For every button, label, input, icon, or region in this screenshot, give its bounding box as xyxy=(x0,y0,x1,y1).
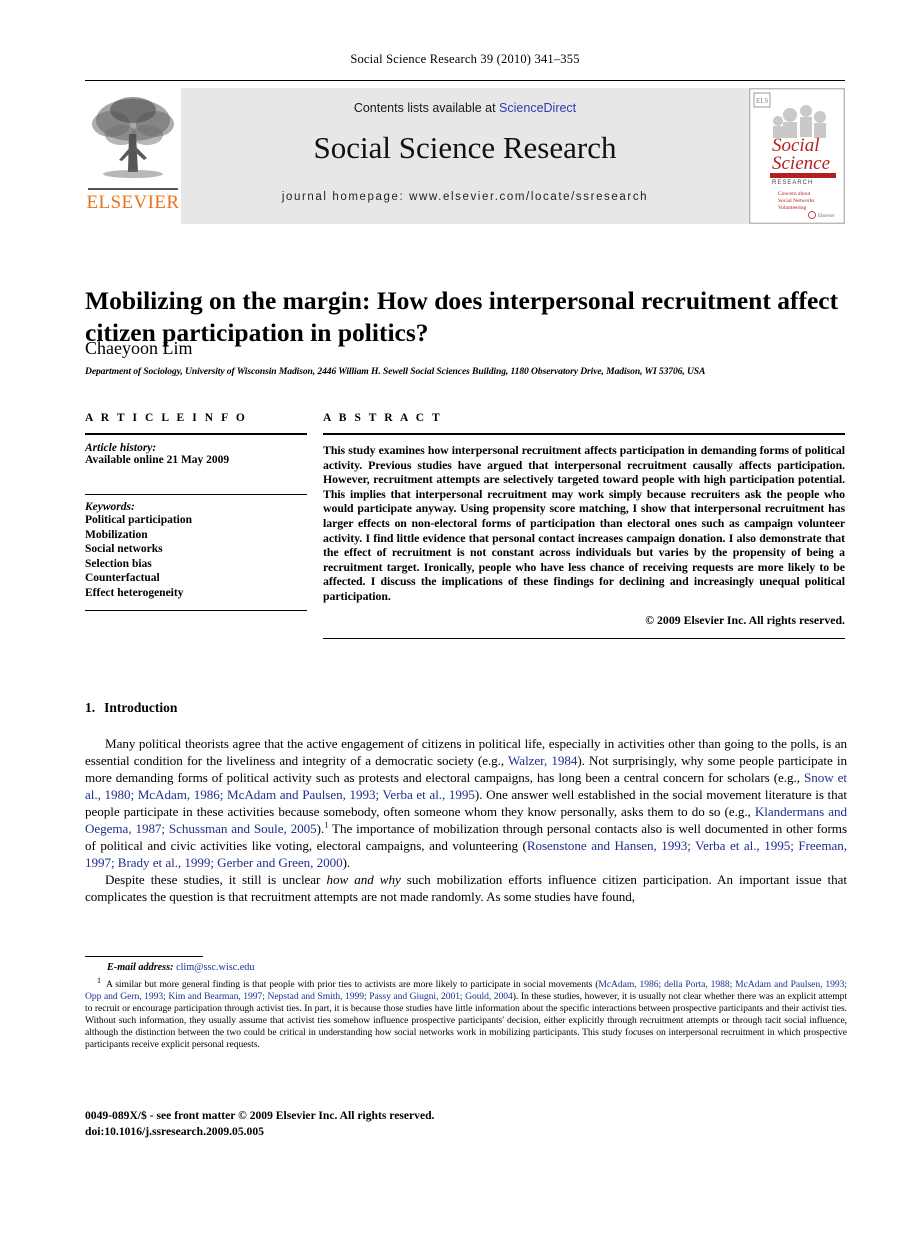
email-label: E-mail address: xyxy=(107,962,174,973)
svg-text:Concern about: Concern about xyxy=(778,191,811,197)
paragraph-2: Despite these studies, it still is uncle… xyxy=(85,871,847,905)
journal-homepage-link[interactable]: journal homepage: www.elsevier.com/locat… xyxy=(181,191,749,203)
keywords-group: Keywords: Political participation Mobili… xyxy=(85,501,307,600)
article-info-top-rule xyxy=(85,433,307,435)
svg-text:ELS: ELS xyxy=(756,97,769,105)
article-info-bottom-rule xyxy=(85,610,307,611)
keyword-item: Social networks xyxy=(85,543,163,555)
svg-text:Volunteering: Volunteering xyxy=(778,205,807,211)
footnote-1: 1 A similar but more general finding is t… xyxy=(85,975,847,1051)
abstract-label: A B S T R A C T xyxy=(323,412,443,424)
masthead-banner: Contents lists available at ScienceDirec… xyxy=(181,88,749,224)
para2-segment-a: Despite these studies, it still is uncle… xyxy=(105,872,327,887)
para1-segment-f: ). xyxy=(342,855,351,870)
contents-available-line: Contents lists available at ScienceDirec… xyxy=(181,101,749,115)
contents-prefix: Contents lists available at xyxy=(353,101,500,115)
svg-text:Science: Science xyxy=(772,153,830,174)
para2-emphasis: how and why xyxy=(326,872,401,887)
cover-artwork: ELS Social Science RESEARCH Concern abou… xyxy=(750,89,844,223)
footnote-segment-a: A similar but more general finding is th… xyxy=(105,979,599,991)
author-affiliation: Department of Sociology, University of W… xyxy=(85,366,706,377)
elsevier-wordmark: ELSEVIER xyxy=(86,192,180,213)
journal-cover-thumbnail: ELS Social Science RESEARCH Concern abou… xyxy=(749,88,845,224)
keyword-item: Political participation xyxy=(85,514,193,526)
author-name: Chaeyoon Lim xyxy=(85,338,193,358)
footnote-divider xyxy=(85,956,203,957)
keywords-label: Keywords: xyxy=(85,501,135,513)
abstract-bottom-rule xyxy=(323,637,845,639)
footnote-block: E-mail address: clim@ssc.wisc.edu 1 A sim… xyxy=(85,962,847,1051)
running-head: Social Science Research 39 (2010) 341–35… xyxy=(350,52,580,66)
journal-article-page: Social Science Research 39 (2010) 341–35… xyxy=(0,0,907,1238)
svg-text:Social Networks: Social Networks xyxy=(778,198,815,204)
article-info-label: A R T I C L E I N F O xyxy=(85,412,248,424)
keyword-item: Effect heterogeneity xyxy=(85,586,184,599)
abstract-copyright: © 2009 Elsevier Inc. All rights reserved… xyxy=(645,612,845,627)
article-info-column: A R T I C L E I N F O Article history: A… xyxy=(85,412,307,611)
elsevier-logo: ELSEVIER xyxy=(85,88,181,224)
email-address-link[interactable]: clim@ssc.wisc.edu xyxy=(176,962,254,973)
section-label: Introduction xyxy=(104,700,178,715)
body-content: Many political theorists agree that the … xyxy=(85,735,847,905)
article-history-group: Article history: Available online 21 May… xyxy=(85,442,307,466)
header-divider xyxy=(85,80,845,81)
keyword-item: Mobilization xyxy=(85,528,148,541)
issn-copyright-line: 0049-089X/$ - see front matter © 2009 El… xyxy=(85,1109,435,1122)
section-number: 1. xyxy=(85,700,96,715)
logo-divider xyxy=(88,188,178,190)
citation-link[interactable]: Walzer, 1984 xyxy=(508,753,577,768)
abstract-column: A B S T R A C T This study examines how … xyxy=(323,412,845,639)
elsevier-tree-icon xyxy=(92,97,174,178)
keyword-item: Counterfactual xyxy=(85,572,160,584)
section-heading-introduction: 1. Introduction xyxy=(85,700,177,716)
keyword-item: Selection bias xyxy=(85,557,152,570)
abstract-top-rule xyxy=(323,433,845,435)
footnote-number: 1 xyxy=(97,976,101,985)
doi-line[interactable]: doi:10.1016/j.ssresearch.2009.05.005 xyxy=(85,1124,847,1140)
abstract-text: This study examines how interpersonal re… xyxy=(323,443,845,603)
page-footer: 0049-089X/$ - see front matter © 2009 El… xyxy=(85,1108,847,1139)
corresponding-email: E-mail address: clim@ssc.wisc.edu xyxy=(107,962,847,973)
journal-title: Social Science Research xyxy=(313,130,617,165)
svg-text:Elsevier: Elsevier xyxy=(818,214,835,219)
sciencedirect-link[interactable]: ScienceDirect xyxy=(499,101,576,115)
paragraph-1: Many political theorists agree that the … xyxy=(85,735,847,871)
keywords-top-rule xyxy=(85,494,307,495)
article-history-label: Article history: xyxy=(85,442,157,454)
journal-masthead: ELSEVIER Contents lists available at Sci… xyxy=(85,88,845,224)
article-history-value: Available online 21 May 2009 xyxy=(85,454,230,466)
svg-text:RESEARCH: RESEARCH xyxy=(772,180,813,186)
